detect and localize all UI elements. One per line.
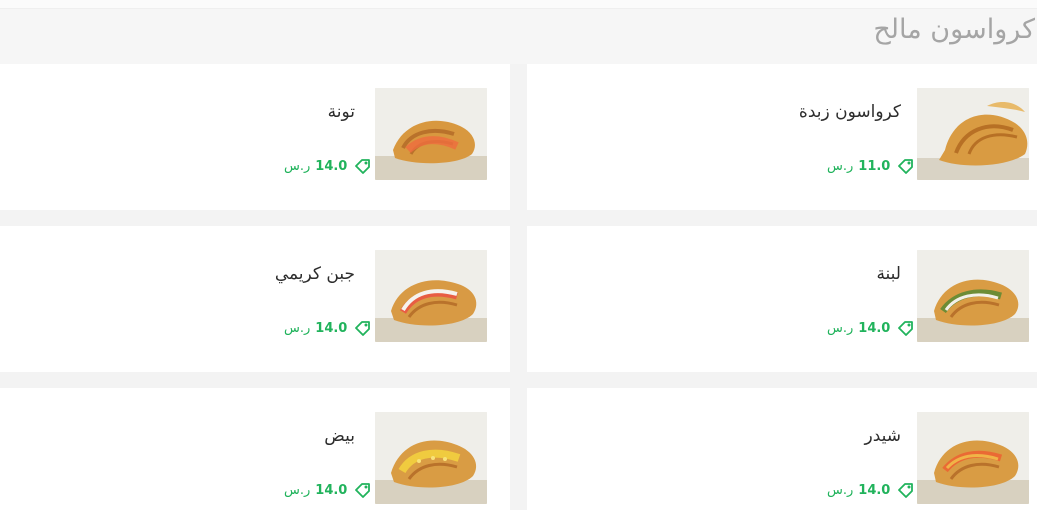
price-row: ر.س 14.0 xyxy=(827,320,914,336)
menu-page: كرواسون مالح تونة ر.س 14.0 كرواسون زبدة … xyxy=(0,0,1037,510)
product-image[interactable] xyxy=(917,88,1029,180)
price-row: ر.س 11.0 xyxy=(827,158,914,174)
currency-label: ر.س xyxy=(284,158,311,174)
item-name: تونة xyxy=(327,102,355,122)
product-image[interactable] xyxy=(375,88,487,180)
currency-label: ر.س xyxy=(827,158,854,174)
currency-label: ر.س xyxy=(827,482,854,498)
item-price: 14.0 xyxy=(315,158,348,174)
tag-icon xyxy=(898,320,914,336)
menu-item-card[interactable]: لبنة ر.س 14.0 xyxy=(527,226,1037,372)
item-price: 14.0 xyxy=(315,320,348,336)
tag-icon xyxy=(355,158,371,174)
menu-item-card[interactable]: كرواسون زبدة ر.س 11.0 xyxy=(527,64,1037,210)
item-name: كرواسون زبدة xyxy=(798,102,901,122)
tag-icon xyxy=(898,158,914,174)
item-price: 11.0 xyxy=(858,158,891,174)
item-price: 14.0 xyxy=(858,482,891,498)
price-row: ر.س 14.0 xyxy=(284,320,371,336)
item-name: لبنة xyxy=(876,264,901,284)
top-divider xyxy=(0,0,1037,9)
menu-item-card[interactable]: بيض ر.س 14.0 xyxy=(0,388,510,510)
product-image[interactable] xyxy=(375,250,487,342)
product-image[interactable] xyxy=(917,250,1029,342)
menu-item-card[interactable]: تونة ر.س 14.0 xyxy=(0,64,510,210)
menu-item-card[interactable]: جبن كريمي ر.س 14.0 xyxy=(0,226,510,372)
price-row: ر.س 14.0 xyxy=(284,158,371,174)
price-row: ر.س 14.0 xyxy=(827,482,914,498)
currency-label: ر.س xyxy=(827,320,854,336)
item-price: 14.0 xyxy=(858,320,891,336)
item-price: 14.0 xyxy=(315,482,348,498)
price-row: ر.س 14.0 xyxy=(284,482,371,498)
section-title: كرواسون مالح xyxy=(873,14,1035,45)
item-name: بيض xyxy=(324,426,355,446)
currency-label: ر.س xyxy=(284,482,311,498)
menu-item-card[interactable]: شيدر ر.س 14.0 xyxy=(527,388,1037,510)
product-image[interactable] xyxy=(917,412,1029,504)
tag-icon xyxy=(355,320,371,336)
tag-icon xyxy=(355,482,371,498)
item-name: شيدر xyxy=(864,426,901,446)
product-image[interactable] xyxy=(375,412,487,504)
tag-icon xyxy=(898,482,914,498)
currency-label: ر.س xyxy=(284,320,311,336)
item-name: جبن كريمي xyxy=(274,264,355,284)
